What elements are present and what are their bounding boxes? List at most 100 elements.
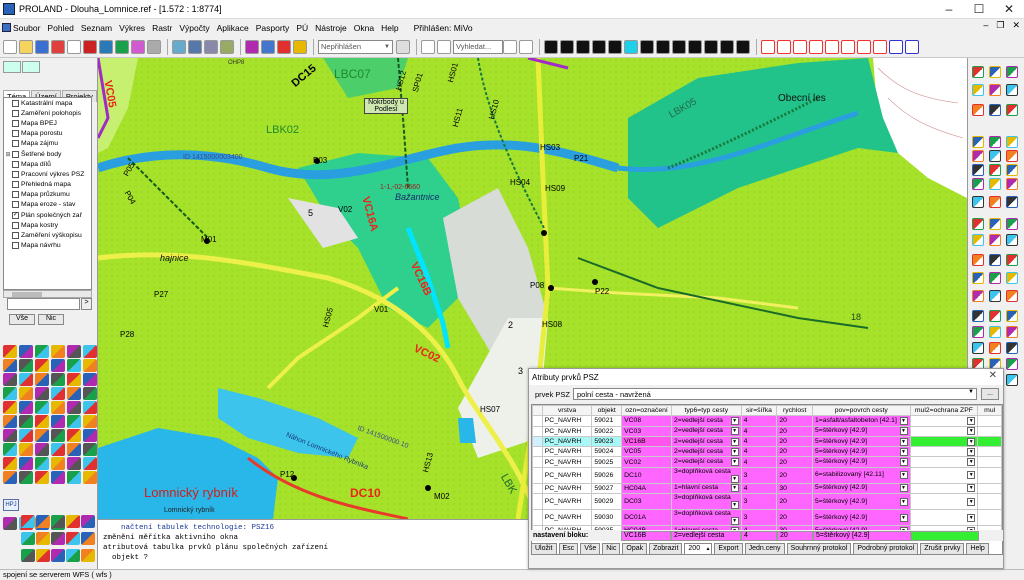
column-header[interactable]: mul xyxy=(977,405,1002,417)
pdf-icon[interactable] xyxy=(51,39,65,54)
table-cell[interactable] xyxy=(977,435,1002,448)
table-row[interactable]: PC_NAVRH 59026 DC10 3=doplňková cesta ▼ 3 20 6=… xyxy=(532,466,1002,484)
table-cell[interactable]: ▼ xyxy=(909,466,979,484)
right-tool-42-icon[interactable] xyxy=(1006,310,1018,322)
table-cell[interactable]: DC03 xyxy=(621,493,672,511)
right-tool-46-icon[interactable] xyxy=(972,342,984,354)
menu-vykres[interactable]: Výkres xyxy=(119,23,145,33)
table-cell[interactable]: ▼ xyxy=(909,493,979,511)
raster-tool-10-icon[interactable] xyxy=(688,39,702,54)
table-cell[interactable]: DC10 xyxy=(621,466,672,484)
right-tool-39-icon[interactable] xyxy=(1006,290,1018,302)
chevron-down-icon[interactable]: ▼ xyxy=(899,416,908,425)
refresh-icon[interactable] xyxy=(220,39,234,54)
draw-join-icon[interactable] xyxy=(841,39,855,54)
table-cell[interactable]: 2=vedlejší cesta ▼ xyxy=(670,446,742,458)
tool-35-icon[interactable] xyxy=(67,415,81,428)
table-cell[interactable]: 5=štěrkový [42.9] ▼ xyxy=(812,482,911,495)
table-cell[interactable]: 6=stabilizovaný [42.11] ▼ xyxy=(812,466,911,484)
menu-soubor[interactable]: Soubor xyxy=(2,23,40,33)
table-cell[interactable]: DC01A xyxy=(621,509,672,527)
tool-28-icon[interactable] xyxy=(51,401,65,414)
chevron-down-icon[interactable]: ▼ xyxy=(899,437,908,446)
delete-icon[interactable] xyxy=(83,39,97,54)
pan-icon[interactable] xyxy=(204,39,218,54)
filter-button[interactable]: > xyxy=(81,298,92,310)
layer-checkbox[interactable] xyxy=(12,119,19,127)
tool-16-icon[interactable] xyxy=(51,373,65,386)
layer-checkbox[interactable] xyxy=(12,170,19,178)
table-cell[interactable]: 20 xyxy=(776,509,814,527)
block-pov[interactable]: 5=štěrkový [42.9] xyxy=(813,530,911,541)
table-cell[interactable]: PC_NAVRH xyxy=(541,456,593,468)
table-cell[interactable]: 59021 xyxy=(591,415,623,427)
table-row[interactable]: PC_NAVRH 59021 VC08 2=vedlejší cesta ▼ 4 20 1=a… xyxy=(532,415,1002,427)
tool-10-icon[interactable] xyxy=(51,359,65,372)
draw-arc-icon[interactable] xyxy=(793,39,807,54)
table-cell[interactable]: 20 xyxy=(776,466,814,484)
column-header[interactable]: pov=povrch cesty xyxy=(812,405,911,417)
tool-58-icon[interactable] xyxy=(51,471,65,484)
row-selector[interactable] xyxy=(532,482,543,495)
home-icon[interactable] xyxy=(437,39,451,54)
right-tool-40-icon[interactable] xyxy=(972,310,984,322)
right-tool-27-icon[interactable] xyxy=(1006,218,1018,230)
tool-50-icon[interactable] xyxy=(19,457,33,470)
print-icon[interactable] xyxy=(147,39,161,54)
nav-back-icon[interactable] xyxy=(3,61,21,73)
table-cell[interactable]: ▼ xyxy=(909,456,979,468)
tool-extra-4-icon[interactable] xyxy=(66,515,80,528)
table-cell[interactable]: 5=štěrkový [42.9] ▼ xyxy=(812,435,911,448)
layer-item[interactable]: ⊞ Šetřené body xyxy=(4,149,91,159)
chevron-down-icon[interactable]: ▼ xyxy=(730,484,739,493)
right-tool-12-icon[interactable] xyxy=(1006,136,1018,148)
right-tool-21-icon[interactable] xyxy=(1006,178,1018,190)
chevron-down-icon[interactable]: ▼ xyxy=(967,471,976,480)
more-button[interactable]: ... xyxy=(981,388,999,400)
table-cell[interactable]: 3=doplňková cesta ▼ xyxy=(670,509,742,527)
row-selector[interactable] xyxy=(532,466,543,484)
table-cell[interactable]: 4 xyxy=(740,415,778,427)
table-row[interactable]: PC_NAVRH 59025 VC02 2=vedlejší cesta ▼ 4 20 5=š… xyxy=(532,456,1002,468)
right-tool-1-icon[interactable] xyxy=(972,66,984,78)
tool-34-icon[interactable] xyxy=(51,415,65,428)
tool-13-icon[interactable] xyxy=(3,373,17,386)
table-cell[interactable]: 59025 xyxy=(591,456,623,468)
tool-extra-9-icon[interactable] xyxy=(66,532,80,545)
table-cell[interactable]: 3=doplňková cesta ▼ xyxy=(670,466,742,484)
table-cell[interactable]: PC_NAVRH xyxy=(541,415,593,427)
table-cell[interactable]: 4 xyxy=(740,435,778,448)
table-cell[interactable]: PC_NAVRH xyxy=(541,509,593,527)
chevron-down-icon[interactable]: ▼ xyxy=(967,416,976,425)
close-icon[interactable]: ✕ xyxy=(994,2,1024,16)
table-cell[interactable]: ▼ xyxy=(909,446,979,458)
right-tool-37-icon[interactable] xyxy=(972,290,984,302)
tool-2-icon[interactable] xyxy=(19,345,33,358)
chevron-down-icon[interactable]: ▼ xyxy=(967,484,976,493)
tool-33-icon[interactable] xyxy=(35,415,49,428)
table-cell[interactable] xyxy=(977,509,1002,527)
menu-aplikace[interactable]: Aplikace xyxy=(217,23,249,33)
chevron-down-icon[interactable]: ▼ xyxy=(730,501,739,509)
user-select[interactable]: Nepřihlášen ▼ xyxy=(318,39,393,54)
tool-44-icon[interactable] xyxy=(19,443,33,456)
table-cell[interactable]: VC05 xyxy=(621,446,672,458)
layer-item[interactable]: Pracovní výkres PSZ xyxy=(4,169,91,179)
layer-checkbox[interactable] xyxy=(12,201,19,209)
tool-8-icon[interactable] xyxy=(19,359,33,372)
chevron-down-icon[interactable]: ▼ xyxy=(967,497,976,506)
layer-checkbox[interactable] xyxy=(12,232,19,240)
raster-tool-11-icon[interactable] xyxy=(704,39,718,54)
tool-32-icon[interactable] xyxy=(19,415,33,428)
tool-12-icon[interactable] xyxy=(83,359,97,372)
table-cell[interactable]: 20 xyxy=(776,493,814,511)
tool-extra-13-icon[interactable] xyxy=(51,549,65,562)
block-typ[interactable]: 2=vedlejší cesta xyxy=(671,530,741,541)
right-tool-4-icon[interactable] xyxy=(972,84,984,96)
table-cell[interactable] xyxy=(977,425,1002,437)
tool-43-icon[interactable] xyxy=(3,443,17,456)
hpj-button[interactable]: HPJ xyxy=(3,499,19,511)
chevron-down-icon[interactable]: ▼ xyxy=(899,497,908,506)
right-tool-32-icon[interactable] xyxy=(989,254,1001,266)
column-header[interactable]: vrstva xyxy=(541,405,593,417)
